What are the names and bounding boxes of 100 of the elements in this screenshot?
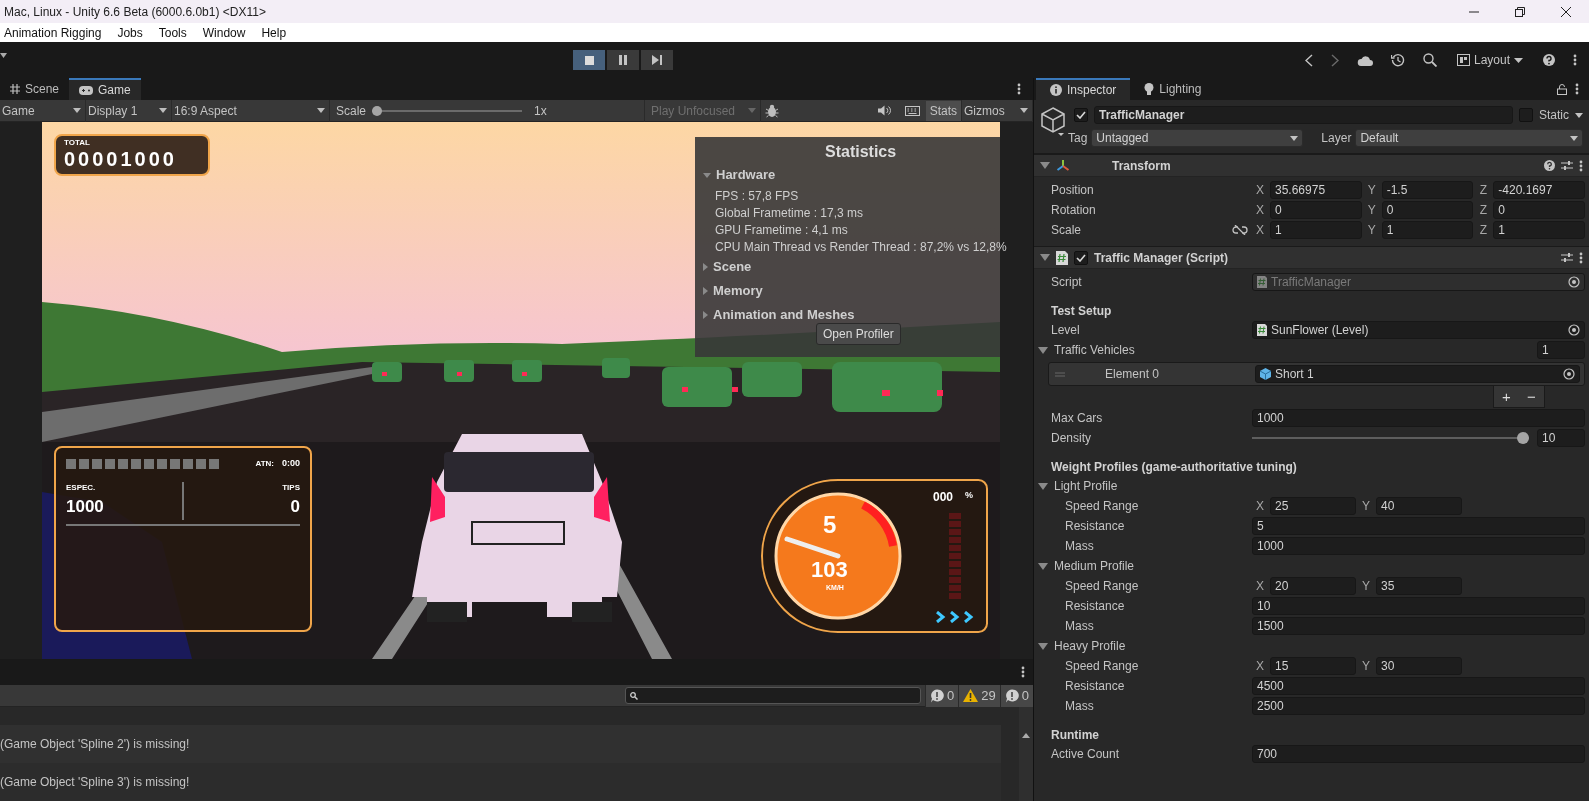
view-tab[interactable]: Game: [69, 78, 141, 100]
search-icon[interactable]: [1422, 53, 1437, 67]
number-field[interactable]: -420.1697: [1493, 181, 1585, 199]
menu-item[interactable]: Tools: [158, 23, 187, 42]
foldout-label[interactable]: Light Profile: [1054, 477, 1118, 495]
foldout-arrow-icon[interactable]: [1038, 562, 1048, 570]
number-field[interactable]: 700: [1252, 745, 1585, 763]
number-field[interactable]: 0: [1381, 201, 1474, 219]
menu-item[interactable]: Animation Rigging: [4, 23, 102, 42]
layer-dropdown[interactable]: Default: [1355, 129, 1583, 147]
scroll-up-icon[interactable]: [1022, 733, 1030, 738]
stop-button[interactable]: [573, 50, 605, 70]
number-field[interactable]: 15: [1270, 657, 1356, 675]
menu-item[interactable]: Window: [202, 23, 246, 42]
help-icon[interactable]: [1544, 160, 1555, 171]
menu-item[interactable]: Jobs: [117, 23, 143, 42]
help-icon[interactable]: [1543, 54, 1555, 66]
audio-icon[interactable]: [877, 105, 891, 116]
number-field[interactable]: -1.5: [1381, 181, 1474, 199]
lock-icon[interactable]: [1557, 83, 1567, 95]
panel-tab[interactable]: Lighting: [1130, 78, 1216, 100]
name-field[interactable]: TrafficManager: [1094, 106, 1513, 124]
list-element[interactable]: Element 0 Short 1: [1048, 362, 1585, 386]
section-title[interactable]: Scene: [713, 257, 752, 277]
number-field[interactable]: 2500: [1252, 697, 1585, 715]
number-field[interactable]: 1: [1270, 221, 1362, 239]
presets-icon[interactable]: [1561, 160, 1573, 171]
checkbox[interactable]: [1074, 250, 1088, 265]
foldout-label[interactable]: Medium Profile: [1054, 557, 1135, 575]
view-tab[interactable]: Scene: [0, 78, 70, 100]
foldout-arrow-icon[interactable]: [703, 287, 708, 295]
more-icon[interactable]: [1575, 83, 1579, 95]
foldout-arrow-icon[interactable]: [703, 263, 708, 271]
component-header[interactable]: Traffic Manager (Script): [1034, 246, 1589, 269]
foldout-arrow-icon[interactable]: [1038, 642, 1048, 650]
list-edit-button[interactable]: +: [1499, 389, 1514, 404]
number-field[interactable]: 25: [1270, 497, 1356, 515]
object-picker-icon[interactable]: [1568, 324, 1580, 336]
slider-thumb[interactable]: [372, 105, 383, 116]
number-field[interactable]: 30: [1376, 657, 1462, 675]
dropdown-caret-icon[interactable]: [0, 52, 7, 58]
number-field[interactable]: 10: [1537, 429, 1585, 447]
console-message[interactable]: (Game Object 'Spline 2') is missing!: [0, 725, 1001, 763]
object-field[interactable]: Short 1: [1255, 365, 1580, 383]
menu-item[interactable]: Help: [261, 23, 287, 42]
more-icon[interactable]: [1573, 54, 1577, 66]
section-title[interactable]: Animation and Meshes: [713, 305, 855, 325]
number-field[interactable]: 5: [1252, 517, 1585, 535]
number-field[interactable]: 35.66975: [1270, 181, 1362, 199]
tag-dropdown[interactable]: Untagged: [1091, 129, 1304, 147]
number-field[interactable]: 1: [1381, 221, 1474, 239]
bug-icon[interactable]: [765, 103, 779, 118]
cloud-icon[interactable]: [1356, 54, 1373, 66]
number-field[interactable]: 0: [1493, 201, 1585, 219]
number-field[interactable]: 35: [1376, 577, 1462, 595]
log-count-toggle[interactable]: 0: [925, 684, 959, 707]
open-profiler-button[interactable]: Open Profiler: [816, 323, 901, 345]
unlink-icon[interactable]: [1232, 225, 1248, 235]
more-icon[interactable]: [1579, 159, 1583, 172]
warning-count-toggle[interactable]: 29: [958, 684, 1000, 707]
list-edit-button[interactable]: −: [1524, 389, 1539, 404]
foldout-label[interactable]: Traffic Vehicles: [1054, 341, 1135, 359]
layout-dropdown[interactable]: Layout: [1454, 51, 1525, 69]
checkbox[interactable]: [1074, 108, 1088, 122]
number-field[interactable]: 4500: [1252, 677, 1585, 695]
number-field[interactable]: 1000: [1252, 537, 1585, 555]
presets-icon[interactable]: [1561, 252, 1573, 263]
section-title[interactable]: Memory: [713, 281, 763, 301]
scrollbar[interactable]: [1019, 707, 1033, 801]
keyboard-icon[interactable]: [904, 105, 920, 116]
gameobject-cube-icon[interactable]: [1040, 106, 1066, 136]
number-field[interactable]: 1000: [1252, 409, 1585, 427]
history-icon[interactable]: [1390, 53, 1405, 67]
display-dropdown[interactable]: Display 1: [86, 99, 172, 122]
object-field[interactable]: SunFlower (Level): [1252, 321, 1585, 339]
foldout-arrow-icon[interactable]: [703, 172, 711, 178]
section-title[interactable]: Hardware: [716, 165, 776, 185]
more-icon[interactable]: [1579, 251, 1583, 264]
number-field[interactable]: 10: [1252, 597, 1585, 615]
step-button[interactable]: [641, 50, 673, 70]
foldout-arrow-icon[interactable]: [703, 311, 708, 319]
drag-handle-icon[interactable]: [1055, 371, 1065, 377]
panel-tab[interactable]: Inspector: [1036, 78, 1131, 100]
foldout-label[interactable]: Heavy Profile: [1054, 637, 1126, 655]
number-field[interactable]: 0: [1270, 201, 1362, 219]
more-icon[interactable]: [1021, 666, 1025, 678]
component-header[interactable]: Transform: [1034, 154, 1589, 177]
view-dropdown[interactable]: Game: [0, 99, 86, 122]
number-field[interactable]: 20: [1270, 577, 1356, 595]
number-field[interactable]: 40: [1376, 497, 1462, 515]
foldout-arrow-icon[interactable]: [1038, 482, 1048, 490]
aspect-dropdown[interactable]: 16:9 Aspect: [172, 99, 330, 122]
stats-toggle[interactable]: Stats: [925, 100, 961, 121]
number-field[interactable]: 1500: [1252, 617, 1585, 635]
search-field[interactable]: [625, 687, 922, 704]
count-field[interactable]: 1: [1537, 341, 1585, 359]
foldout-arrow-icon[interactable]: [1038, 346, 1048, 354]
foldout-arrow-icon[interactable]: [1040, 162, 1050, 169]
more-icon[interactable]: [1017, 83, 1021, 95]
pause-button[interactable]: [607, 50, 639, 70]
